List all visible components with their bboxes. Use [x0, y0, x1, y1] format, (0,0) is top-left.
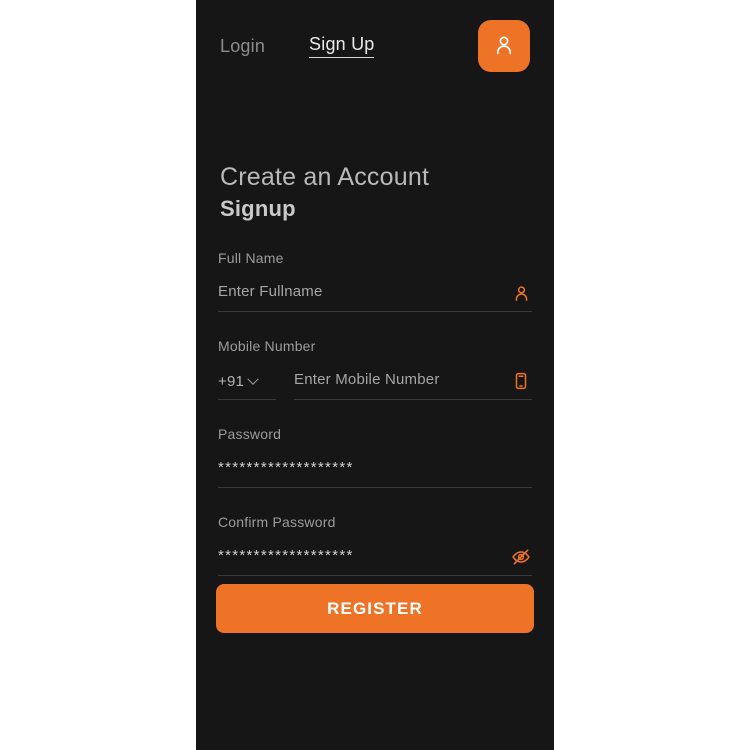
password-input[interactable]: *******************: [218, 456, 532, 488]
full-name-placeholder: Enter Fullname: [218, 282, 323, 300]
field-confirm-password: Confirm Password *******************: [218, 514, 532, 576]
page-heading: Create an Account Signup: [220, 160, 530, 224]
full-name-input[interactable]: Enter Fullname: [218, 280, 532, 312]
field-password: Password *******************: [218, 426, 532, 488]
signup-form: Full Name Enter Fullname Mobile Number +…: [218, 250, 532, 602]
mobile-number-label: Mobile Number: [218, 338, 316, 354]
register-button[interactable]: REGISTER: [216, 584, 534, 633]
field-mobile-number: Mobile Number +91 Enter Mobile Number: [218, 338, 532, 400]
avatar-button[interactable]: [478, 20, 530, 72]
tab-signup[interactable]: Sign Up: [309, 34, 375, 58]
country-code-value: +91: [218, 373, 245, 390]
signup-screen: Login Sign Up Create an Account Signup F…: [196, 0, 554, 750]
country-code-select[interactable]: +91: [218, 373, 276, 400]
chevron-down-icon: [247, 373, 259, 385]
password-label: Password: [218, 426, 282, 442]
eye-off-icon[interactable]: [510, 546, 532, 568]
page-subtitle: Signup: [220, 196, 296, 221]
mobile-number-input[interactable]: Enter Mobile Number: [294, 368, 532, 400]
user-icon: [492, 33, 516, 60]
confirm-password-value: *******************: [218, 546, 354, 564]
confirm-password-input[interactable]: *******************: [218, 544, 532, 576]
full-name-label: Full Name: [218, 250, 284, 266]
confirm-password-label: Confirm Password: [218, 514, 336, 530]
field-full-name: Full Name Enter Fullname: [218, 250, 532, 312]
mobile-number-placeholder: Enter Mobile Number: [294, 370, 440, 388]
top-navigation: Login Sign Up: [196, 0, 554, 92]
password-value: *******************: [218, 458, 354, 476]
smartphone-icon: [510, 370, 532, 392]
page-title: Create an Account: [220, 163, 430, 191]
user-icon: [510, 282, 532, 304]
tab-login[interactable]: Login: [220, 36, 265, 57]
